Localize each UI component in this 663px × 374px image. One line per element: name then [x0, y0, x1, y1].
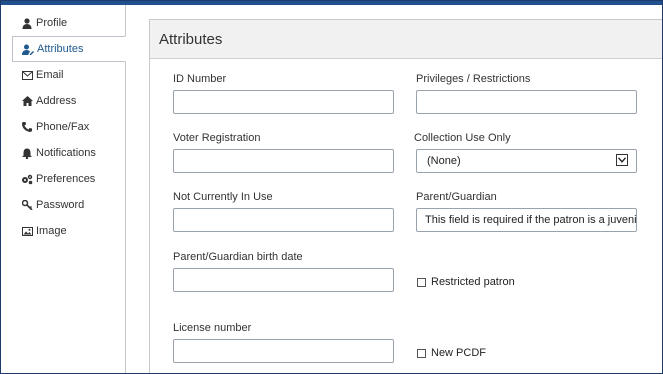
sidebar-item-label: Notifications	[36, 147, 96, 159]
sidebar-item-image[interactable]: Image	[1, 218, 125, 244]
panel-header: Attributes	[150, 20, 662, 59]
restricted-patron-option[interactable]: Restricted patron	[417, 276, 515, 288]
not-in-use-label: Not Currently In Use	[173, 191, 273, 203]
sidebar-item-notifications[interactable]: Notifications	[1, 140, 125, 166]
restricted-patron-checkbox[interactable]	[417, 277, 426, 287]
sidebar-item-label: Preferences	[36, 173, 96, 185]
privileges-field[interactable]	[416, 90, 637, 114]
sidebar: Profile Attributes Email Address Phone/F	[1, 5, 126, 373]
license-number-field[interactable]	[173, 339, 394, 363]
phone-icon	[21, 121, 33, 133]
id-number-label: ID Number	[173, 73, 227, 85]
voter-registration-label: Voter Registration	[173, 132, 261, 144]
parent-guardian-field[interactable]: This field is required if the patron is …	[416, 208, 637, 232]
sidebar-item-address[interactable]: Address	[1, 88, 125, 114]
collection-use-label: Collection Use Only	[414, 132, 511, 144]
home-icon	[21, 95, 33, 107]
image-icon	[21, 225, 33, 237]
panel-title: Attributes	[159, 31, 223, 48]
sidebar-item-label: Email	[36, 69, 64, 81]
collection-use-value: (None)	[427, 155, 461, 167]
key-icon	[21, 199, 33, 211]
sidebar-item-label: Password	[36, 199, 85, 211]
sidebar-item-label: Address	[36, 95, 77, 107]
new-pcdf-label: New PCDF	[431, 347, 487, 359]
sidebar-item-email[interactable]: Email	[1, 62, 125, 88]
envelope-icon	[21, 69, 33, 81]
sidebar-item-label: Attributes	[37, 43, 84, 55]
user-edit-icon	[22, 43, 34, 55]
guardian-birth-label: Parent/Guardian birth date	[173, 251, 303, 263]
window-frame: Profile Attributes Email Address Phone/F	[0, 0, 663, 374]
new-pcdf-checkbox[interactable]	[417, 348, 426, 358]
gears-icon	[21, 173, 33, 185]
privileges-label: Privileges / Restrictions	[416, 73, 531, 85]
sidebar-item-attributes[interactable]: Attributes	[12, 36, 126, 62]
sidebar-item-label: Profile	[36, 17, 68, 29]
id-number-field[interactable]	[173, 90, 394, 114]
chevron-down-icon[interactable]	[616, 154, 628, 166]
sidebar-item-profile[interactable]: Profile	[1, 10, 125, 36]
new-pcdf-option[interactable]: New PCDF	[417, 347, 486, 359]
sidebar-item-label: Image	[36, 225, 67, 237]
voter-registration-field[interactable]	[173, 149, 394, 173]
sidebar-item-password[interactable]: Password	[1, 192, 125, 218]
sidebar-item-preferences[interactable]: Preferences	[1, 166, 125, 192]
attributes-panel: Attributes ID Number Privileges / Restri…	[149, 19, 662, 373]
restricted-patron-label: Restricted patron	[431, 276, 515, 288]
bell-icon	[21, 147, 33, 159]
not-in-use-field[interactable]	[173, 208, 394, 232]
guardian-birth-field[interactable]	[173, 268, 394, 292]
collection-use-select[interactable]: (None)	[416, 149, 637, 173]
parent-guardian-label: Parent/Guardian	[416, 191, 497, 203]
sidebar-item-label: Phone/Fax	[36, 121, 90, 133]
sidebar-item-phone[interactable]: Phone/Fax	[1, 114, 125, 140]
user-icon	[21, 17, 33, 29]
license-number-label: License number	[173, 322, 252, 334]
